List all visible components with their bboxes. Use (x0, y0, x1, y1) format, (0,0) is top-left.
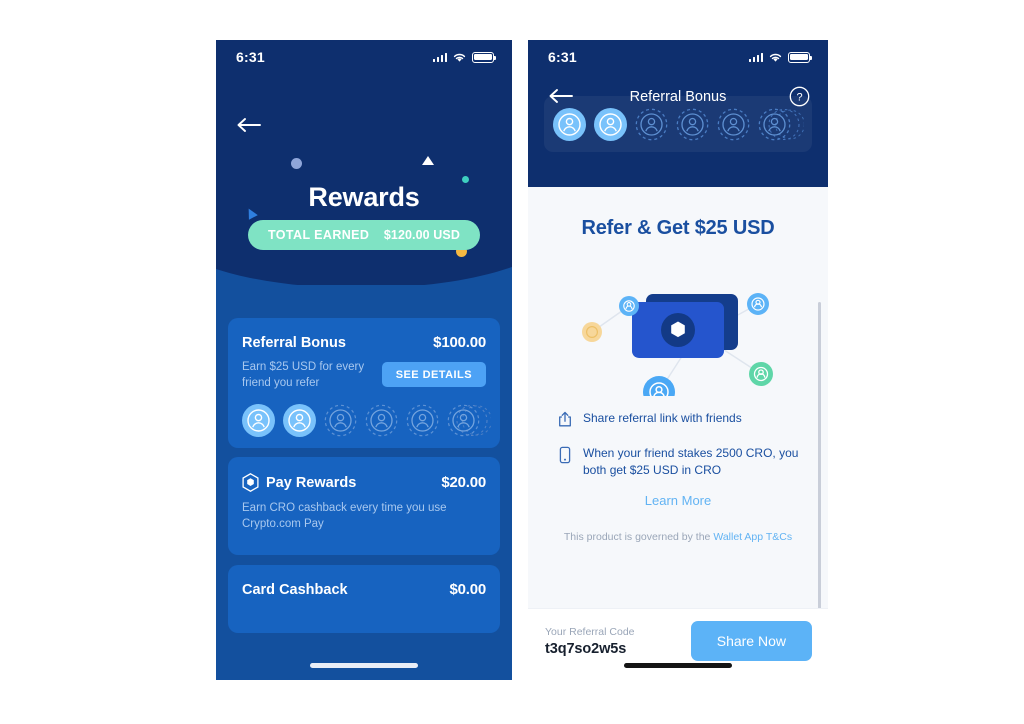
share-icon (558, 411, 572, 432)
status-icons (748, 51, 812, 63)
total-earned-pill: TOTAL EARNED $120.00 USD (248, 220, 480, 250)
avatar-filled-1 (552, 107, 586, 141)
avatar-filled-2 (593, 107, 627, 141)
avatar-empty-3 (635, 108, 668, 141)
referral-step: When your friend stakes 2500 CRO, you bo… (558, 445, 802, 479)
card-subtitle: Earn CRO cashback every time you use Cry… (242, 502, 447, 530)
screenshot-canvas: 6:31 Rewards TOTAL EARNED $120.00 USD Re… (0, 0, 1024, 724)
footer-row: Your Referral Code t3q7so2w5s Share Now (528, 609, 828, 661)
banknotes-with-contacts-illustration (528, 246, 828, 408)
referral-step: Share referral link with friends (558, 410, 802, 432)
card-title-with-icon: Pay Rewards (242, 473, 356, 492)
home-indicator (310, 663, 418, 668)
learn-more-link[interactable]: Learn More (528, 493, 828, 508)
refer-heading: Refer & Get $25 USD (581, 217, 775, 239)
page-title: Rewards (308, 182, 420, 212)
referral-step-text: Share referral link with friends (583, 411, 742, 425)
status-bar-left: 6:31 (216, 40, 512, 74)
wifi-icon (453, 53, 466, 62)
card-title: Referral Bonus (242, 334, 346, 351)
battery-icon (788, 51, 812, 63)
card-amount: $0.00 (449, 581, 486, 598)
avatar-empty-5 (717, 108, 750, 141)
referral-step-text: When your friend stakes 2500 CRO, you bo… (583, 446, 799, 477)
card-header-row: Card Cashback $0.00 (242, 581, 486, 598)
see-details-button[interactable]: SEE DETAILS (381, 362, 486, 387)
avatar-empty-3 (324, 404, 357, 437)
governance-prefix: This product is governed by the (563, 530, 714, 543)
card-pay-rewards[interactable]: Pay Rewards $20.00 Earn CRO cashback eve… (228, 457, 500, 555)
governance-note: This product is governed by the Wallet A… (554, 530, 802, 546)
home-indicator (624, 663, 732, 668)
total-earned-amount: $120.00 USD (383, 228, 460, 242)
card-header-row: Referral Bonus $100.00 (242, 334, 486, 351)
rewards-card-list: Referral Bonus $100.00 Earn $25 USD for … (216, 285, 512, 680)
total-earned-label: TOTAL EARNED (268, 228, 370, 242)
vertical-scrollbar[interactable] (818, 302, 821, 608)
referral-code-value[interactable]: t3q7so2w5s (545, 641, 635, 657)
referral-content: Refer & Get $25 USD Share referral link … (528, 187, 828, 608)
wallet-app-tcs-link[interactable]: Wallet App T&Cs (713, 531, 792, 543)
signal-bars-icon (432, 52, 447, 62)
status-icons (432, 51, 496, 63)
avatar-empty-5 (406, 404, 439, 437)
referral-footer: Your Referral Code t3q7so2w5s Share Now (528, 608, 828, 680)
avatar-filled-2 (283, 404, 316, 438)
card-subtitle: Earn $25 USD for every friend you refer (242, 361, 365, 389)
battery-icon (472, 51, 496, 63)
avatar-empty-6-stacked (758, 108, 804, 141)
phone-right-referral-screen: 6:31 Referral Bonus ? Refer & Get $25 US… (528, 40, 828, 680)
status-clock: 6:31 (548, 49, 577, 65)
status-clock: 6:31 (236, 49, 265, 65)
phone-left-rewards-screen: 6:31 Rewards TOTAL EARNED $120.00 USD Re… (216, 40, 512, 680)
card-header-row: Pay Rewards $20.00 (242, 473, 486, 492)
avatar-empty-6-stacked (447, 404, 491, 437)
card-referral-bonus[interactable]: Referral Bonus $100.00 Earn $25 USD for … (228, 318, 500, 448)
mobile-phone-icon (558, 446, 572, 469)
avatar-empty-4 (365, 404, 398, 437)
wifi-icon (769, 53, 782, 62)
referral-steps-list: Share referral link with friends When yo… (558, 410, 802, 479)
referral-avatar-row (242, 404, 491, 438)
referral-code-label: Your Referral Code (545, 625, 635, 638)
back-arrow-icon[interactable] (236, 116, 262, 134)
referral-code-block: Your Referral Code t3q7so2w5s (545, 626, 635, 657)
referral-header: 6:31 Referral Bonus ? (528, 40, 828, 187)
status-bar-right: 6:31 (528, 40, 828, 74)
cro-logo-icon (242, 473, 259, 492)
referral-progress-avatars (544, 96, 812, 152)
card-title: Pay Rewards (266, 474, 357, 491)
decor-triangle-white (422, 156, 434, 165)
card-title: Card Cashback (242, 581, 348, 598)
avatar-empty-4 (676, 108, 709, 141)
avatar-filled-1 (242, 404, 275, 438)
card-amount: $20.00 (441, 474, 486, 491)
signal-bars-icon (748, 52, 763, 62)
share-now-button[interactable]: Share Now (690, 621, 812, 661)
card-amount: $100.00 (433, 334, 486, 351)
card-card-cashback[interactable]: Card Cashback $0.00 (228, 565, 500, 633)
decor-dot-periwinkle (291, 158, 302, 169)
